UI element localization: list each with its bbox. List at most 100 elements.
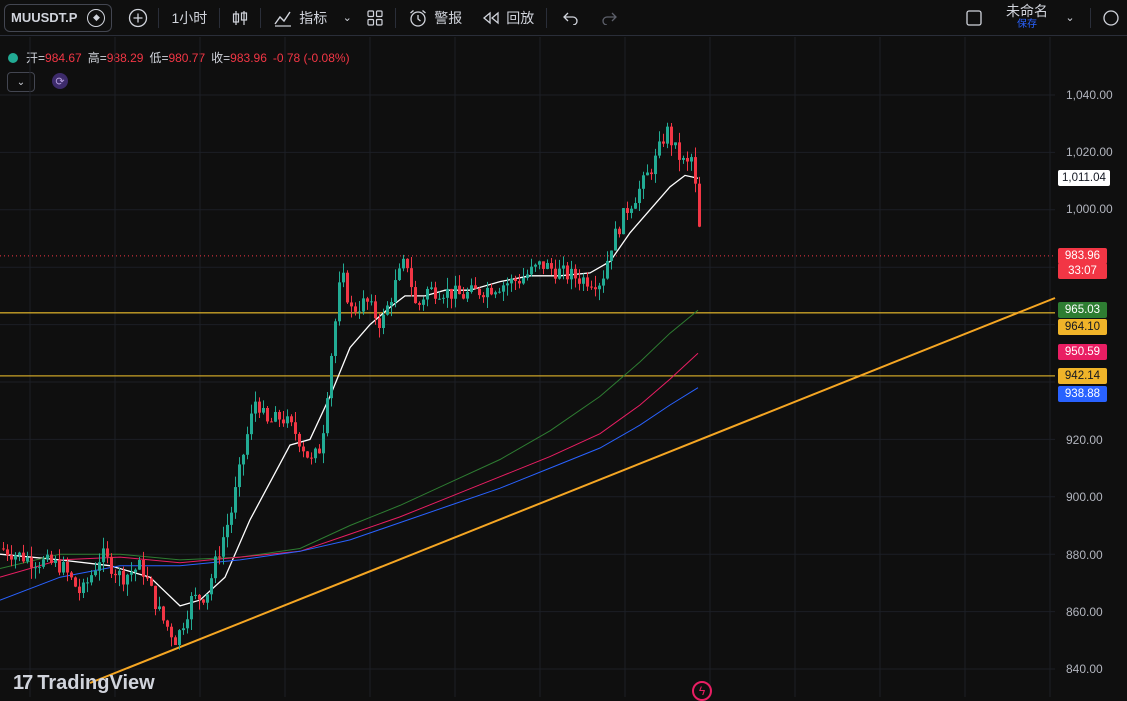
candle-body xyxy=(446,288,449,298)
candle-body xyxy=(354,306,357,312)
candles xyxy=(2,122,701,650)
candle-body xyxy=(614,228,617,251)
undo-icon[interactable] xyxy=(557,4,585,32)
candle-body xyxy=(582,277,585,284)
lightning-icon[interactable]: ϟ xyxy=(692,681,712,701)
candle-body xyxy=(346,272,349,303)
candle-body xyxy=(498,291,501,293)
candle-body xyxy=(510,278,513,284)
candle-body xyxy=(74,577,77,587)
candle-body xyxy=(362,298,365,312)
candle-body xyxy=(202,599,205,603)
candle-body xyxy=(338,282,341,322)
candle-body xyxy=(406,258,409,269)
candle-body xyxy=(154,585,157,610)
diamond-icon[interactable]: ◆ xyxy=(87,8,106,27)
candle-body xyxy=(310,457,313,459)
candle-body xyxy=(566,265,569,280)
grid-icon[interactable] xyxy=(361,4,389,32)
candle-body xyxy=(86,582,89,584)
candle-body xyxy=(674,142,677,146)
candle-body xyxy=(334,321,337,356)
candle-body xyxy=(530,266,533,275)
chart-grid xyxy=(0,37,1055,697)
candle-body xyxy=(42,559,45,567)
ma-green-price-label: 965.03 xyxy=(1058,302,1107,318)
tradingview-logo[interactable]: 17 TradingView xyxy=(13,672,155,695)
candle-body xyxy=(654,155,657,175)
candle-body xyxy=(126,574,129,585)
candle-body xyxy=(262,407,265,413)
plus-circle-icon[interactable] xyxy=(124,4,152,32)
candle-body xyxy=(138,560,141,570)
replay-button[interactable]: 回放 xyxy=(476,0,540,36)
top-toolbar: MUUSDT.P ◆ 1小时 指标 ⌄ 警报 回放 未命名 保存 ⌄ xyxy=(0,0,1127,36)
candle-body xyxy=(342,272,345,283)
candle-body xyxy=(694,157,697,184)
candle-body xyxy=(426,288,429,300)
candle-body xyxy=(58,559,61,573)
candle-body xyxy=(402,258,405,269)
candle-body xyxy=(650,172,653,175)
candle-body xyxy=(610,250,613,261)
layout-name: 未命名 xyxy=(1006,2,1048,19)
candle-body xyxy=(34,567,37,569)
candle-body xyxy=(658,141,661,156)
fullscreen-box-icon[interactable] xyxy=(960,4,988,32)
candle-body xyxy=(90,575,93,583)
candle-body xyxy=(686,157,689,162)
candle-body xyxy=(18,552,21,556)
candle-body xyxy=(698,183,701,227)
candle-body xyxy=(110,556,113,574)
candle-body xyxy=(162,606,165,621)
candle-body xyxy=(562,265,565,269)
candlestick-icon[interactable] xyxy=(226,4,254,32)
candle-body xyxy=(306,451,309,458)
candle-body xyxy=(322,433,325,454)
candle-body xyxy=(594,287,597,290)
candle-body xyxy=(422,299,425,305)
price-chart[interactable] xyxy=(0,37,1127,697)
candle-body xyxy=(502,285,505,292)
candle-body xyxy=(178,630,181,646)
candle-body xyxy=(590,286,593,288)
candle-body xyxy=(238,464,241,488)
candle-body xyxy=(50,554,53,563)
candle-body xyxy=(662,141,665,144)
symbol-search-button[interactable]: MUUSDT.P ◆ xyxy=(4,3,113,32)
alert-button[interactable]: 警报 xyxy=(402,0,468,36)
candle-body xyxy=(114,573,117,576)
candle-body xyxy=(146,576,149,579)
indicators-button[interactable]: 指标 xyxy=(267,0,333,36)
candle-body xyxy=(506,283,509,286)
candle-body xyxy=(366,298,369,302)
redo-icon[interactable] xyxy=(595,4,623,32)
candle-body xyxy=(326,398,329,434)
candle-body xyxy=(282,419,285,424)
candle-body xyxy=(574,268,577,279)
candle-body xyxy=(122,570,125,585)
candle-body xyxy=(254,401,257,414)
hline-upper-price-label: 964.10 xyxy=(1058,319,1107,335)
candle-body xyxy=(278,411,281,420)
candle-body xyxy=(414,287,417,304)
candle-body xyxy=(66,561,69,573)
candle-body xyxy=(318,448,321,454)
layout-name-button[interactable]: 未命名 保存 xyxy=(1006,4,1048,32)
candle-body xyxy=(2,548,5,550)
interval-button[interactable]: 1小时 xyxy=(165,0,213,36)
candle-body xyxy=(22,552,25,562)
settings-circle-icon[interactable] xyxy=(1097,4,1125,32)
divider xyxy=(219,7,221,28)
candle-body xyxy=(382,314,385,329)
candle-body xyxy=(218,556,221,558)
candle-body xyxy=(394,280,397,303)
candle-body xyxy=(106,548,109,557)
candle-body xyxy=(442,297,445,299)
chevron-down-icon[interactable]: ⌄ xyxy=(1056,4,1084,32)
ma-fast-line xyxy=(0,174,699,607)
chevron-down-icon[interactable]: ⌄ xyxy=(333,4,361,32)
candle-body xyxy=(258,401,261,413)
candle-body xyxy=(682,157,685,160)
candle-body xyxy=(550,263,553,269)
